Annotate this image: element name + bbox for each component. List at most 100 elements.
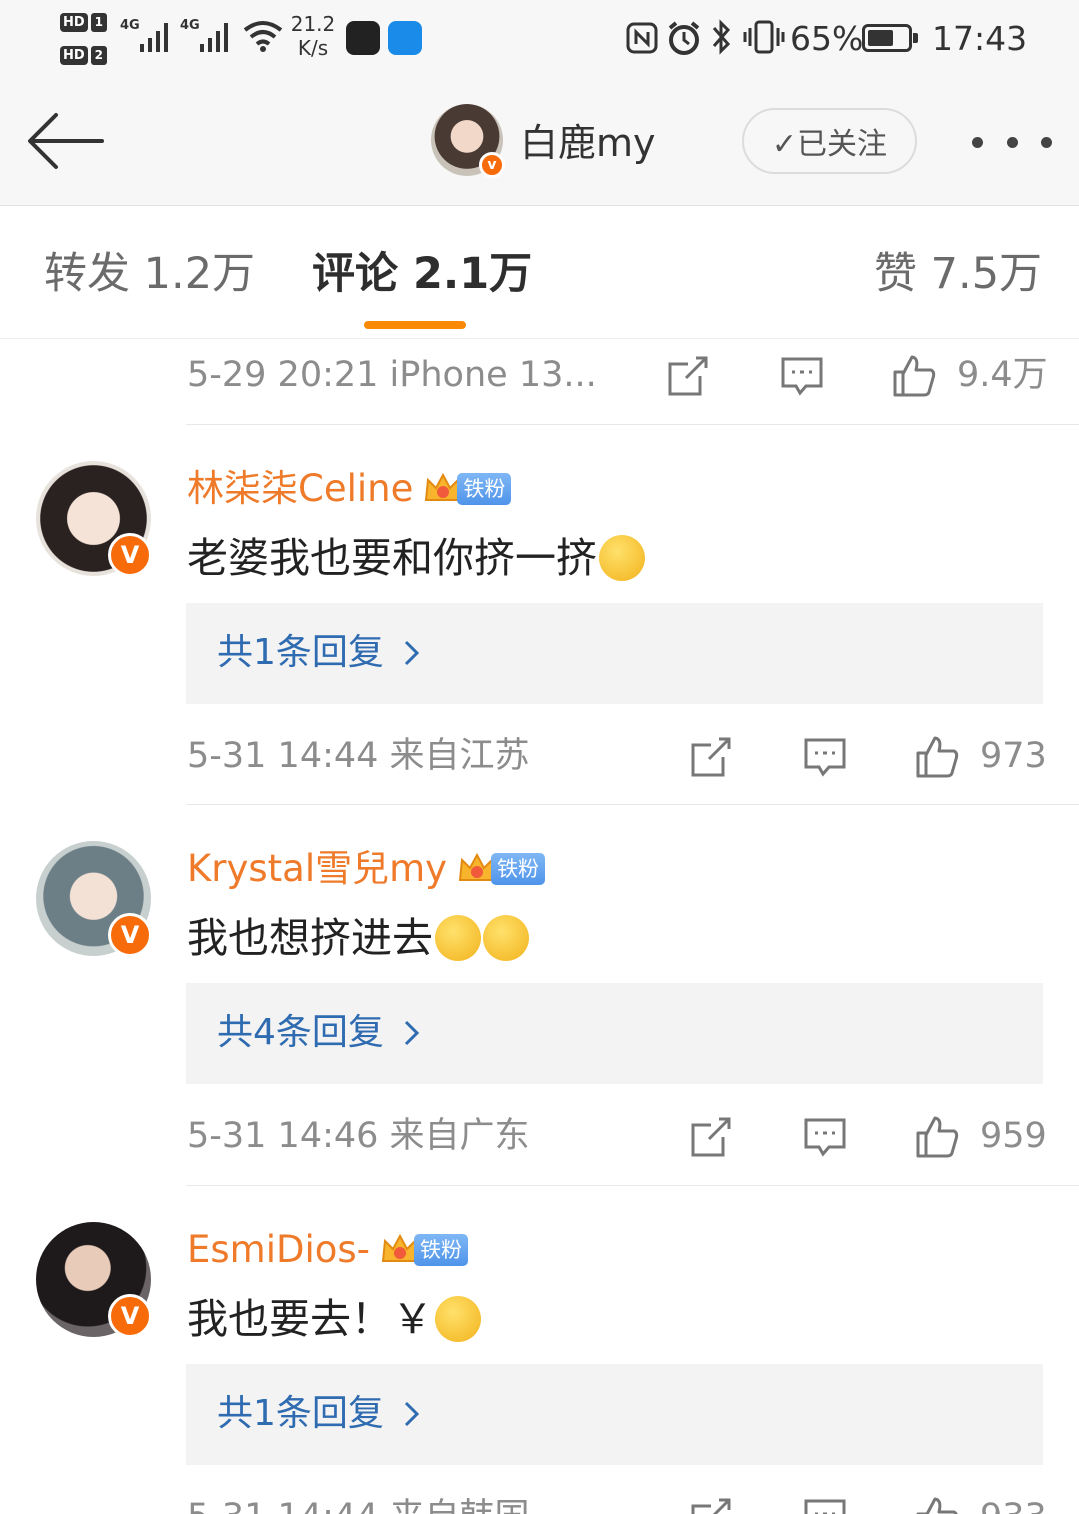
fan-badge: 铁粉: [380, 1231, 469, 1269]
reply-summary-box[interactable]: 共4条回复: [186, 983, 1043, 1084]
signal1-icon: 4G: [120, 18, 168, 52]
comment-icon[interactable]: [803, 735, 847, 779]
sim2-hd-label: HD: [60, 46, 88, 65]
comment-text: 我也要去！￥: [187, 1292, 481, 1346]
reply-count-label: 共4条回复: [217, 1012, 384, 1053]
reply-count-label: 共1条回复: [217, 632, 384, 673]
battery-icon: [862, 24, 918, 52]
nfc-icon: [626, 22, 658, 54]
rainbow-emoji-icon: [599, 535, 645, 581]
network1-label: 4G: [120, 18, 140, 33]
sim1-indicator: HD 1: [60, 12, 110, 36]
comment-time: 5-31 14:44 来自江苏: [187, 736, 530, 776]
laughing-emoji-icon: [435, 915, 481, 961]
share-icon[interactable]: [689, 1115, 733, 1159]
divider: [186, 804, 1079, 805]
heart-eyes-emoji-icon: [435, 1296, 481, 1342]
signal2-icon: 4G: [180, 18, 228, 52]
comment-icon[interactable]: [803, 1115, 847, 1159]
comment-meta-row: 5-31 14:46 来自广东 959: [0, 1101, 1079, 1173]
network2-label: 4G: [180, 18, 200, 33]
network-speed-unit: K/s: [297, 36, 329, 60]
alarm-icon: [668, 21, 700, 55]
sim2-slot-label: 2: [90, 46, 108, 65]
like-icon[interactable]: [915, 1496, 959, 1514]
chevron-right-icon: [404, 1020, 420, 1046]
like-icon[interactable]: [892, 354, 936, 398]
comment-text: 老婆我也要和你挤一挤: [187, 531, 645, 585]
tab-likes[interactable]: 赞 7.5万: [874, 247, 1042, 301]
fan-badge-label: 铁粉: [414, 1234, 469, 1266]
status-bar: HD 1 HD 2 4G 4G 21.2 K/s 65% 17:43: [0, 0, 1079, 80]
post-time: 5-29 20:21 iPhone 13...: [187, 355, 597, 395]
fan-badge: 铁粉: [423, 470, 512, 508]
view-replies-link[interactable]: 共1条回复: [217, 1390, 422, 1438]
view-replies-link[interactable]: 共4条回复: [217, 1009, 422, 1057]
comment-like-count: 933: [980, 1494, 1047, 1514]
verified-icon: V: [108, 913, 152, 957]
post-tabs: 转发 1.2万 评论 2.1万 赞 7.5万: [0, 207, 1079, 339]
wifi-icon: [243, 21, 283, 52]
commenter-name[interactable]: EsmiDios- 铁粉: [187, 1226, 469, 1274]
commenter-avatar[interactable]: V: [36, 461, 152, 577]
comment-like-count: 973: [980, 736, 1047, 776]
sim1-slot-label: 1: [90, 13, 108, 32]
reply-count-label: 共1条回复: [217, 1393, 384, 1434]
comment-icon[interactable]: [803, 1496, 847, 1514]
back-arrow-icon[interactable]: [26, 110, 106, 172]
fan-badge: 铁粉: [457, 850, 546, 888]
battery-fill: [868, 30, 893, 46]
network-speed: 21.2 K/s: [288, 12, 338, 60]
clock: 17:43: [932, 18, 1028, 58]
account-avatar[interactable]: v: [431, 104, 505, 178]
commenter-name-text: Krystal雪兒my: [187, 847, 448, 890]
sim1-hd-label: HD: [60, 13, 88, 32]
vibrate-icon: [743, 20, 785, 54]
account-name[interactable]: 白鹿my: [520, 120, 656, 166]
comment-meta-row: 5-31 14:44 来自韩国 933: [0, 1482, 1079, 1514]
more-icon[interactable]: [972, 130, 1052, 154]
divider: [186, 424, 1079, 425]
battery-percent: 65%: [790, 18, 864, 58]
chevron-right-icon: [404, 1401, 420, 1427]
verified-icon: V: [108, 1294, 152, 1338]
commenter-name-text: EsmiDios-: [187, 1228, 371, 1271]
app-notification-icon: [346, 21, 380, 55]
tab-comments[interactable]: 评论 2.1万: [312, 247, 532, 301]
comment-time: 5-31 14:46 来自广东: [187, 1116, 530, 1156]
fan-badge-label: 铁粉: [491, 853, 546, 885]
verified-icon: v: [479, 152, 505, 178]
comment-meta-row: 5-31 14:44 来自江苏 973: [0, 721, 1079, 793]
like-icon[interactable]: [915, 735, 959, 779]
share-icon[interactable]: [666, 354, 710, 398]
divider: [186, 1185, 1079, 1186]
comment-text-content: 老婆我也要和你挤一挤: [187, 534, 597, 582]
comment-item: V Krystal雪兒my 铁粉 我也想挤进去 共4条回复: [0, 841, 1079, 1091]
comment-time: 5-31 14:44 来自韩国: [187, 1494, 530, 1514]
followed-button[interactable]: ✓已关注: [742, 108, 917, 174]
comment-item: V EsmiDios- 铁粉 我也要去！￥ 共1条回复: [0, 1222, 1079, 1472]
reply-summary-box[interactable]: 共1条回复: [186, 603, 1043, 704]
comment-icon[interactable]: [780, 354, 824, 398]
tab-active-indicator: [364, 321, 466, 329]
sim2-indicator: HD 2: [60, 45, 110, 69]
share-icon[interactable]: [689, 1496, 733, 1514]
comment-text: 我也想挤进去: [187, 911, 529, 965]
chevron-right-icon: [404, 640, 420, 666]
view-replies-link[interactable]: 共1条回复: [217, 629, 422, 677]
comment-text-content: 我也要去！￥: [187, 1295, 433, 1343]
commenter-avatar[interactable]: V: [36, 841, 152, 957]
top-nav-bar: v 白鹿my ✓已关注: [0, 80, 1079, 206]
commenter-name[interactable]: 林柒柒Celine 铁粉: [187, 465, 512, 513]
reply-summary-box[interactable]: 共1条回复: [186, 1364, 1043, 1465]
share-icon[interactable]: [689, 735, 733, 779]
network-speed-value: 21.2: [290, 12, 336, 36]
tab-reposts[interactable]: 转发 1.2万: [44, 247, 255, 301]
fan-badge-label: 铁粉: [457, 473, 512, 505]
commenter-name[interactable]: Krystal雪兒my 铁粉: [187, 845, 546, 893]
comment-like-count: 959: [980, 1116, 1047, 1156]
like-icon[interactable]: [915, 1115, 959, 1159]
commenter-avatar[interactable]: V: [36, 1222, 152, 1338]
post-meta-row: 5-29 20:21 iPhone 13... 9.4万: [0, 340, 1079, 412]
commenter-name-text: 林柒柒Celine: [187, 467, 414, 510]
